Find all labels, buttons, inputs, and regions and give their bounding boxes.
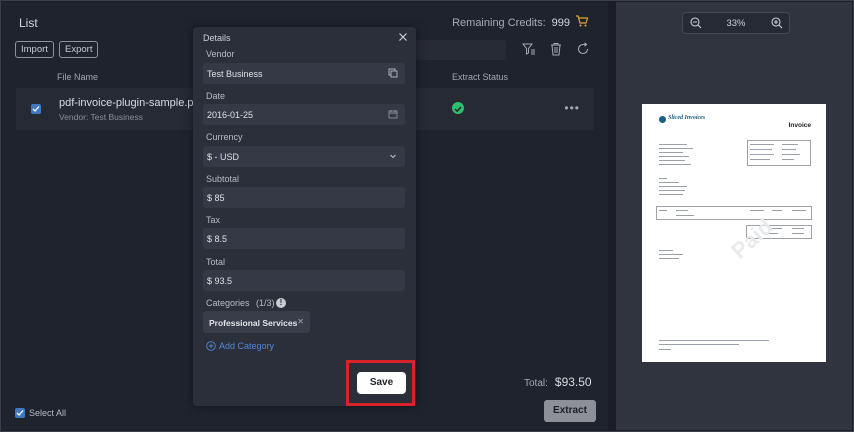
total-field-value: $ 93.5 — [207, 276, 233, 286]
column-file-name: File Name — [57, 72, 99, 82]
categories-label: Categories (1/3) — [206, 298, 275, 308]
tax-label: Tax — [206, 215, 221, 225]
preview-panel: 33% Sliced Invoices Invoice Paid — [616, 2, 852, 430]
check-circle-icon — [452, 102, 464, 114]
vendor-value: Test Business — [207, 69, 263, 79]
vendor-field[interactable]: Test Business — [203, 63, 405, 84]
add-category-button[interactable]: Add Category — [206, 340, 275, 352]
category-chip: Professional Services ✕ — [203, 311, 310, 333]
remaining-credits: Remaining Credits: 999 — [452, 17, 570, 29]
subtotal-value: $ 85 — [207, 193, 225, 203]
date-value: 2016-01-25 — [207, 110, 254, 120]
export-button[interactable]: Export — [59, 41, 99, 58]
cart-icon[interactable] — [575, 14, 589, 28]
column-extract-status: Extract Status — [452, 72, 509, 82]
paid-watermark: Paid — [726, 213, 778, 264]
select-all[interactable]: Select All — [15, 407, 67, 419]
total-summary: Total: $93.50 — [524, 375, 592, 389]
info-icon[interactable]: ! — [276, 298, 286, 308]
total-value: $93.50 — [554, 375, 592, 389]
refresh-icon[interactable] — [576, 42, 590, 56]
tax-field[interactable]: $ 8.5 — [203, 228, 405, 249]
date-field[interactable]: 2016-01-25 — [203, 104, 405, 125]
tax-value: $ 8.5 — [207, 234, 228, 244]
zoom-control: 33% — [682, 12, 790, 34]
chevron-down-icon — [390, 154, 396, 159]
categories-count: (1/3) — [256, 298, 275, 308]
brand-logo-icon — [659, 116, 666, 123]
subtotal-field[interactable]: $ 85 — [203, 187, 405, 208]
filter-icon[interactable] — [522, 42, 536, 56]
import-button[interactable]: Import — [15, 41, 54, 58]
select-all-label: Select All — [29, 408, 67, 418]
zoom-in-icon[interactable] — [771, 17, 783, 29]
list-title: List — [19, 16, 38, 30]
close-icon[interactable] — [398, 32, 408, 42]
date-label: Date — [206, 91, 226, 101]
calendar-icon[interactable] — [388, 109, 398, 119]
dialog-title: Details — [203, 33, 231, 43]
currency-value: $ - USD — [207, 152, 240, 162]
total-label: Total: — [524, 378, 548, 389]
select-all-checkbox[interactable] — [15, 407, 25, 418]
currency-select[interactable]: $ - USD — [203, 146, 405, 167]
add-category-label: Add Category — [219, 341, 275, 351]
remove-category-icon[interactable]: ✕ — [297, 317, 304, 326]
subtotal-label: Subtotal — [206, 174, 240, 184]
total-field-label: Total — [206, 257, 226, 267]
plus-circle-icon — [206, 340, 216, 351]
save-button[interactable]: Save — [357, 372, 406, 394]
copy-icon[interactable] — [388, 68, 398, 78]
brand-logo: Sliced Invoices — [668, 115, 706, 121]
invoice-preview: Sliced Invoices Invoice Paid — [642, 104, 826, 362]
credits-value: 999 — [551, 17, 570, 29]
extract-button[interactable]: Extract — [544, 400, 596, 422]
more-options-icon[interactable]: ••• — [564, 101, 580, 115]
credits-label: Remaining Credits: — [452, 17, 546, 29]
categories-label-text: Categories — [206, 298, 250, 308]
details-dialog: Details Vendor Test Business Date 2016-0… — [193, 27, 416, 406]
vendor-label: Vendor — [206, 49, 235, 59]
category-chip-label: Professional Services — [209, 318, 298, 328]
currency-label: Currency — [206, 132, 243, 142]
file-vendor: Vendor: Test Business — [59, 112, 143, 122]
search-input[interactable] — [414, 40, 506, 60]
file-name: pdf-invoice-plugin-sample.pdf — [59, 97, 203, 109]
total-field[interactable]: $ 93.5 — [203, 270, 405, 291]
invoice-heading: Invoice — [788, 122, 811, 129]
row-checkbox[interactable] — [31, 104, 41, 114]
trash-icon[interactable] — [549, 42, 563, 56]
